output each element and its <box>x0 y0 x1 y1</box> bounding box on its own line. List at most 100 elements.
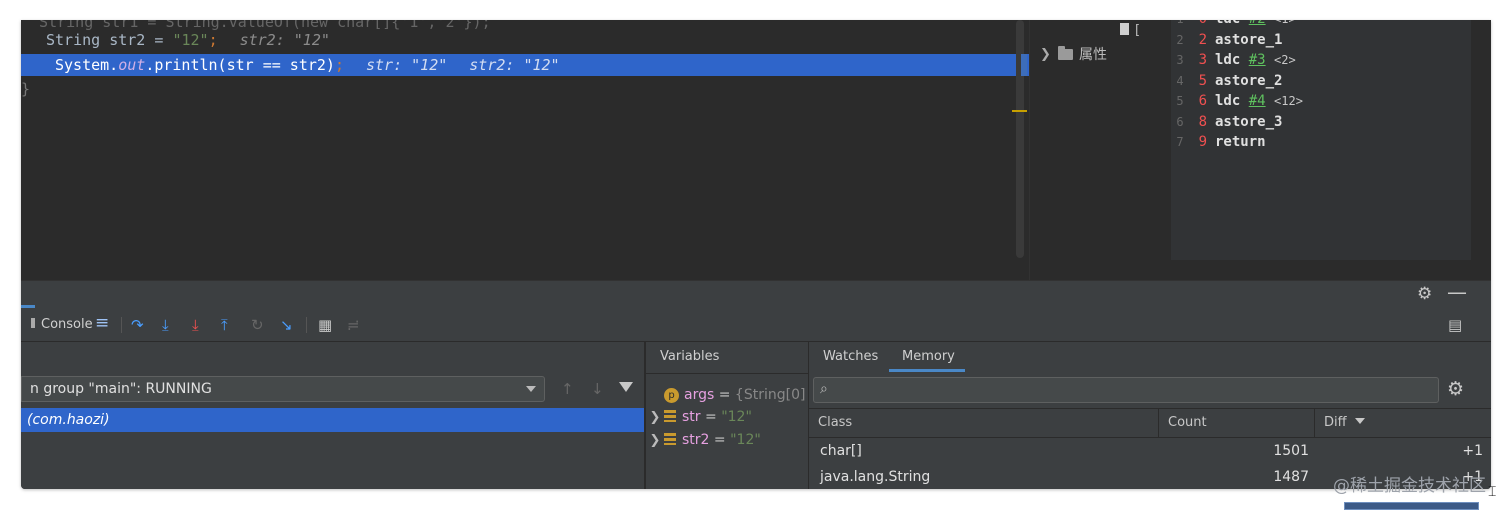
bytecode-line: 3 3 ldc #3 <2> <box>1171 50 1296 70</box>
minimize-icon[interactable]: — <box>1447 282 1467 302</box>
constant-pool-ref[interactable]: #4 <box>1249 93 1266 109</box>
memory-panel: Watches Memory ⌕ ⚙ Class Count Diff char… <box>808 342 1491 489</box>
column-header-class[interactable]: Class <box>809 409 1159 437</box>
code-line-str2[interactable]: String str2 = "12"; str2: "12" <box>21 29 330 51</box>
tab-watches[interactable]: Watches <box>823 342 878 372</box>
code-editor[interactable]: String str1 = String.valueOf(new char[]{… <box>21 20 1029 280</box>
evaluate-expression-icon[interactable]: ▦ <box>318 316 332 334</box>
bytecode-line: 10 ldc #2 <1> <box>1171 20 1295 29</box>
thread-selector[interactable]: n group "main": RUNNING <box>21 376 545 402</box>
drop-frame-icon[interactable]: ↻ <box>251 316 264 334</box>
bytecode-offset: 9 <box>1198 134 1207 150</box>
ide-window: String str1 = String.valueOf(new char[]{… <box>21 20 1491 489</box>
bytecode-offset: 0 <box>1189 20 1207 29</box>
equals-sign: = <box>714 387 735 403</box>
line-number: 3 <box>1176 53 1184 67</box>
bytecode-view: 10ldc #2 <1>22astore_133ldc #3 <2>45asto… <box>1171 20 1471 260</box>
filter-icon[interactable] <box>619 382 633 392</box>
chevron-right-icon[interactable]: ❯ <box>646 430 664 452</box>
parameter-icon: p <box>664 388 679 403</box>
bytecode-line: 2 2 astore_1 <box>1171 30 1282 50</box>
bytecode-offset: 2 <box>1198 31 1207 48</box>
line-number: 6 <box>1176 114 1184 129</box>
tree-item-file[interactable]: [ <box>1120 23 1140 38</box>
watermark: @稀土掘金技术社区 <box>1333 476 1486 496</box>
variables-panel: Variables p args = {String[0] ❯ str = "12"… <box>645 342 808 489</box>
variables-title: Variables <box>660 349 720 364</box>
line-number: 4 <box>1176 73 1184 88</box>
memory-table-header: Class Count Diff <box>809 408 1491 438</box>
equals-sign: = <box>709 432 731 448</box>
execution-marker <box>1021 54 1027 76</box>
frames-panel: n group "main": RUNNING ↑ ↓ (com.haozi) <box>21 342 644 489</box>
count-cell: 1501 <box>1273 443 1309 459</box>
constant-pool-ref[interactable]: #3 <box>1249 52 1266 68</box>
stack-frame-selected[interactable]: (com.haozi) <box>21 408 644 432</box>
debug-tab-indicator[interactable] <box>21 280 35 308</box>
step-over-icon[interactable]: ↷ <box>131 316 144 334</box>
line-number: 7 <box>1176 135 1184 149</box>
thread-selected-value: n group "main": RUNNING <box>30 381 212 397</box>
bytecode-opcode: ldc <box>1215 93 1241 109</box>
variable-value: "12" <box>721 409 752 425</box>
class-name-cell: char[] <box>820 443 862 459</box>
console-tab[interactable]: Console <box>31 317 93 332</box>
code-line-closing-brace: } <box>21 80 31 98</box>
toolbar-divider <box>121 317 122 333</box>
run-to-cursor-icon[interactable]: ↘ <box>280 316 293 334</box>
gear-icon[interactable]: ⚙ <box>1417 284 1432 304</box>
step-into-icon[interactable]: ⤓ <box>162 316 169 334</box>
variable-name: args <box>684 387 715 403</box>
column-header-diff[interactable]: Diff <box>1315 409 1491 437</box>
variable-row-str[interactable]: ❯ str = "12" <box>646 406 752 428</box>
text-cursor-icon: ⌶ <box>1488 484 1497 500</box>
constant-pool-ref[interactable]: #2 <box>1249 20 1266 27</box>
file-icon <box>1120 23 1129 35</box>
force-step-into-icon[interactable]: ⤓ <box>192 316 199 334</box>
variable-row-str2[interactable]: ❯ str2 = "12" <box>646 429 761 451</box>
scroll-warning-marker[interactable] <box>1012 110 1027 112</box>
bytecode-opcode: ldc <box>1215 52 1241 68</box>
folder-icon <box>1058 45 1073 60</box>
bytecode-line: 4 5 astore_2 <box>1171 71 1282 91</box>
memory-search-field[interactable]: ⌕ <box>813 377 1439 403</box>
line-number: 2 <box>1176 32 1184 47</box>
chevron-right-icon[interactable]: ❯ <box>646 407 664 429</box>
variable-value: {String[0] <box>734 387 806 403</box>
tree-item-properties[interactable]: ❯ 属性 <box>1040 44 1107 64</box>
tab-memory[interactable]: Memory <box>889 342 965 372</box>
trace-stream-icon[interactable]: ≓ <box>347 316 360 334</box>
arrow-down-icon[interactable]: ↓ <box>591 380 604 398</box>
table-row[interactable]: char[] 1501 +1 <box>809 438 1491 464</box>
column-header-count[interactable]: Count <box>1159 409 1315 437</box>
arrow-up-icon[interactable]: ↑ <box>561 380 574 398</box>
memory-search-input[interactable] <box>840 380 1434 402</box>
diff-cell: +1 <box>1462 443 1483 459</box>
variable-row-args[interactable]: p args = {String[0] <box>646 384 805 406</box>
chevron-right-icon[interactable]: ❯ <box>1040 47 1052 62</box>
bytecode-arg: <2> <box>1274 53 1296 67</box>
line-number: 5 <box>1176 94 1184 108</box>
bytecode-opcode: astore_1 <box>1215 31 1283 48</box>
code-text: String str2 = <box>46 31 173 49</box>
chevron-down-icon[interactable] <box>526 386 536 392</box>
show-execution-point-icon[interactable]: ≡ <box>95 314 109 332</box>
gear-icon[interactable]: ⚙ <box>1447 378 1464 400</box>
bytecode-opcode: astore_3 <box>1215 113 1283 130</box>
tree-item-label: 属性 <box>1079 47 1107 63</box>
layout-settings-icon[interactable]: ▤ <box>1448 316 1462 334</box>
bytecode-opcode: astore_2 <box>1215 72 1283 89</box>
field-icon <box>664 410 676 422</box>
line-number: 1 <box>1171 20 1189 29</box>
code-line-current-execution[interactable]: System.out.println(str == str2); str: "12… <box>21 54 1029 76</box>
inline-value-hint: str2: "12" <box>239 31 330 49</box>
structure-panel: [ ❯ 属性 10 ldc #2 <1> 22 astore_1 33 ldc #3 <2… <box>1029 20 1491 280</box>
field-icon <box>664 433 676 445</box>
step-out-icon[interactable]: ⤒ <box>221 316 228 334</box>
column-header-label: Diff <box>1324 415 1347 430</box>
toolbar-divider <box>306 317 307 333</box>
count-cell: 1487 <box>1273 469 1309 485</box>
divider <box>646 373 808 374</box>
bytecode-line: 5 6 ldc #4 <12> <box>1171 91 1303 111</box>
bytecode-opcode: return <box>1215 134 1266 150</box>
